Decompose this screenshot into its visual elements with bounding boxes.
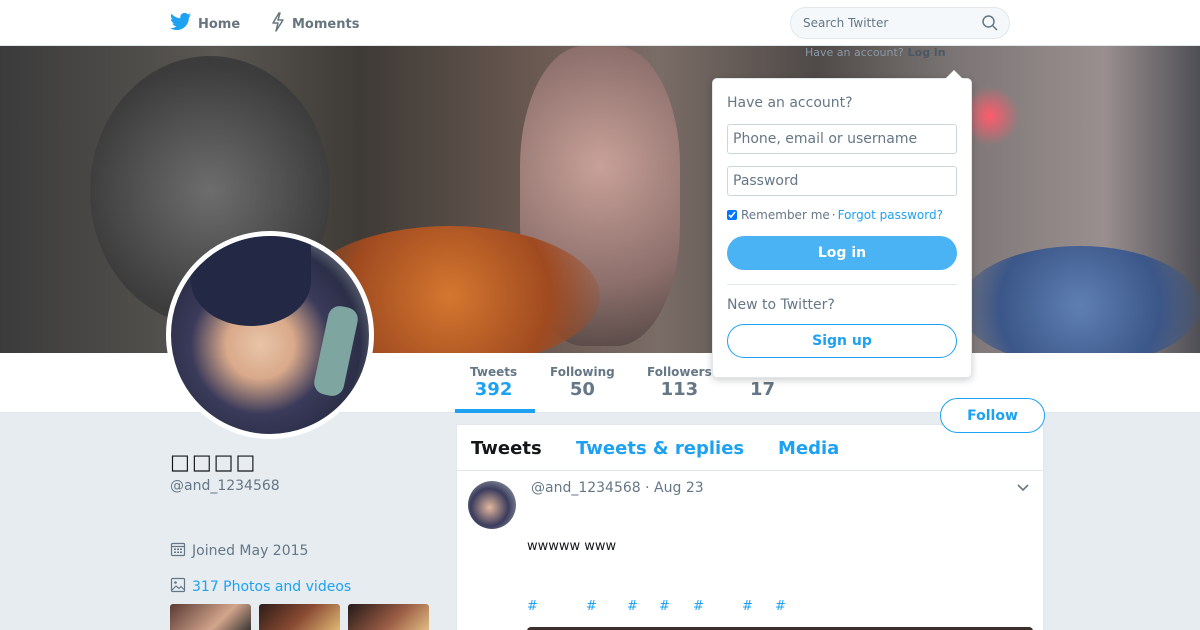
remember-row: Remember me · Forgot password? [727, 208, 943, 222]
nav-moments-label: Moments [292, 16, 360, 32]
media-thumbnail[interactable] [259, 604, 340, 630]
hashtag-link[interactable]: # [527, 599, 538, 614]
password-field[interactable] [727, 166, 957, 196]
tweet-avatar[interactable] [468, 481, 516, 529]
tab-tweets[interactable]: Tweets [471, 438, 542, 459]
tab-media[interactable]: Media [778, 438, 839, 459]
search-icon[interactable] [981, 14, 999, 36]
profile-avatar[interactable] [166, 231, 374, 439]
profile-name: □□□□ [170, 450, 258, 474]
stat-followers[interactable]: Followers 113 [647, 365, 712, 401]
twitter-bird-icon [170, 12, 192, 36]
username-field[interactable] [727, 124, 957, 154]
stat-following-label: Following [550, 365, 615, 379]
tweet-meta[interactable]: @and_1234568 · Aug 23 [531, 480, 704, 496]
dropdown-title: Have an account? [727, 95, 853, 111]
stat-following-value: 50 [569, 379, 595, 400]
media-thumbnail[interactable] [348, 604, 429, 630]
stat-followers-label: Followers [647, 365, 712, 379]
follow-button[interactable]: Follow [940, 398, 1045, 433]
stat-tweets[interactable]: Tweets 392 [470, 365, 517, 401]
stat-likes-value: 17 [750, 379, 776, 400]
have-account-text: Have an account? [805, 46, 904, 59]
photos-videos-link[interactable]: 317 Photos and videos [170, 577, 351, 597]
hashtag-link[interactable]: # [693, 599, 704, 614]
stat-followers-value: 113 [660, 379, 699, 400]
media-thumbnail[interactable] [170, 604, 251, 630]
login-dropdown: Have an account? Remember me · Forgot pa… [712, 70, 972, 378]
remember-checkbox[interactable] [727, 210, 737, 220]
image-icon [170, 577, 186, 597]
signup-button[interactable]: Sign up [727, 324, 957, 358]
stat-tweets-value: 392 [474, 379, 513, 400]
stat-following[interactable]: Following 50 [550, 365, 615, 401]
login-link[interactable]: Log in [908, 46, 946, 59]
joined-text: Joined May 2015 [192, 543, 309, 559]
have-account-prompt: Have an account? Log in [805, 46, 946, 59]
active-stat-indicator [455, 409, 535, 413]
forgot-password-link[interactable]: Forgot password? [838, 208, 943, 222]
hashtag-link[interactable]: # [742, 599, 753, 614]
tweet-text: wwwww www [527, 539, 617, 554]
dropdown-divider [727, 284, 957, 285]
photos-videos-text[interactable]: 317 Photos and videos [192, 579, 351, 595]
hashtag-link[interactable]: # [775, 599, 786, 614]
hashtag-link[interactable]: # [659, 599, 670, 614]
hashtag-link[interactable]: # [586, 599, 597, 614]
chevron-down-icon[interactable] [1015, 479, 1031, 499]
search-box [790, 7, 1010, 39]
stat-tweets-label: Tweets [470, 365, 518, 379]
banner-figure [960, 246, 1200, 353]
new-to-twitter-text: New to Twitter? [727, 297, 835, 313]
nav-home-label: Home [198, 16, 241, 32]
nav-moments[interactable]: Moments [270, 12, 359, 36]
top-nav: Home Moments [0, 0, 1200, 46]
remember-separator: · [831, 208, 836, 222]
search-input[interactable] [791, 8, 971, 38]
tweet-hashtags: # # # # # # # [527, 599, 1027, 619]
hashtag-link[interactable]: # [627, 599, 638, 614]
calendar-icon [170, 541, 186, 561]
remember-label[interactable]: Remember me [741, 208, 830, 222]
dropdown-caret [945, 70, 963, 79]
login-button[interactable]: Log in [727, 236, 957, 270]
tab-tweets-replies[interactable]: Tweets & replies [576, 438, 744, 459]
lightning-icon [270, 12, 286, 36]
nav-home[interactable]: Home [170, 12, 240, 36]
joined-date: Joined May 2015 [170, 541, 308, 561]
timeline: Tweets Tweets & replies Media @and_12345… [456, 424, 1044, 630]
profile-handle: @and_1234568 [170, 478, 280, 494]
